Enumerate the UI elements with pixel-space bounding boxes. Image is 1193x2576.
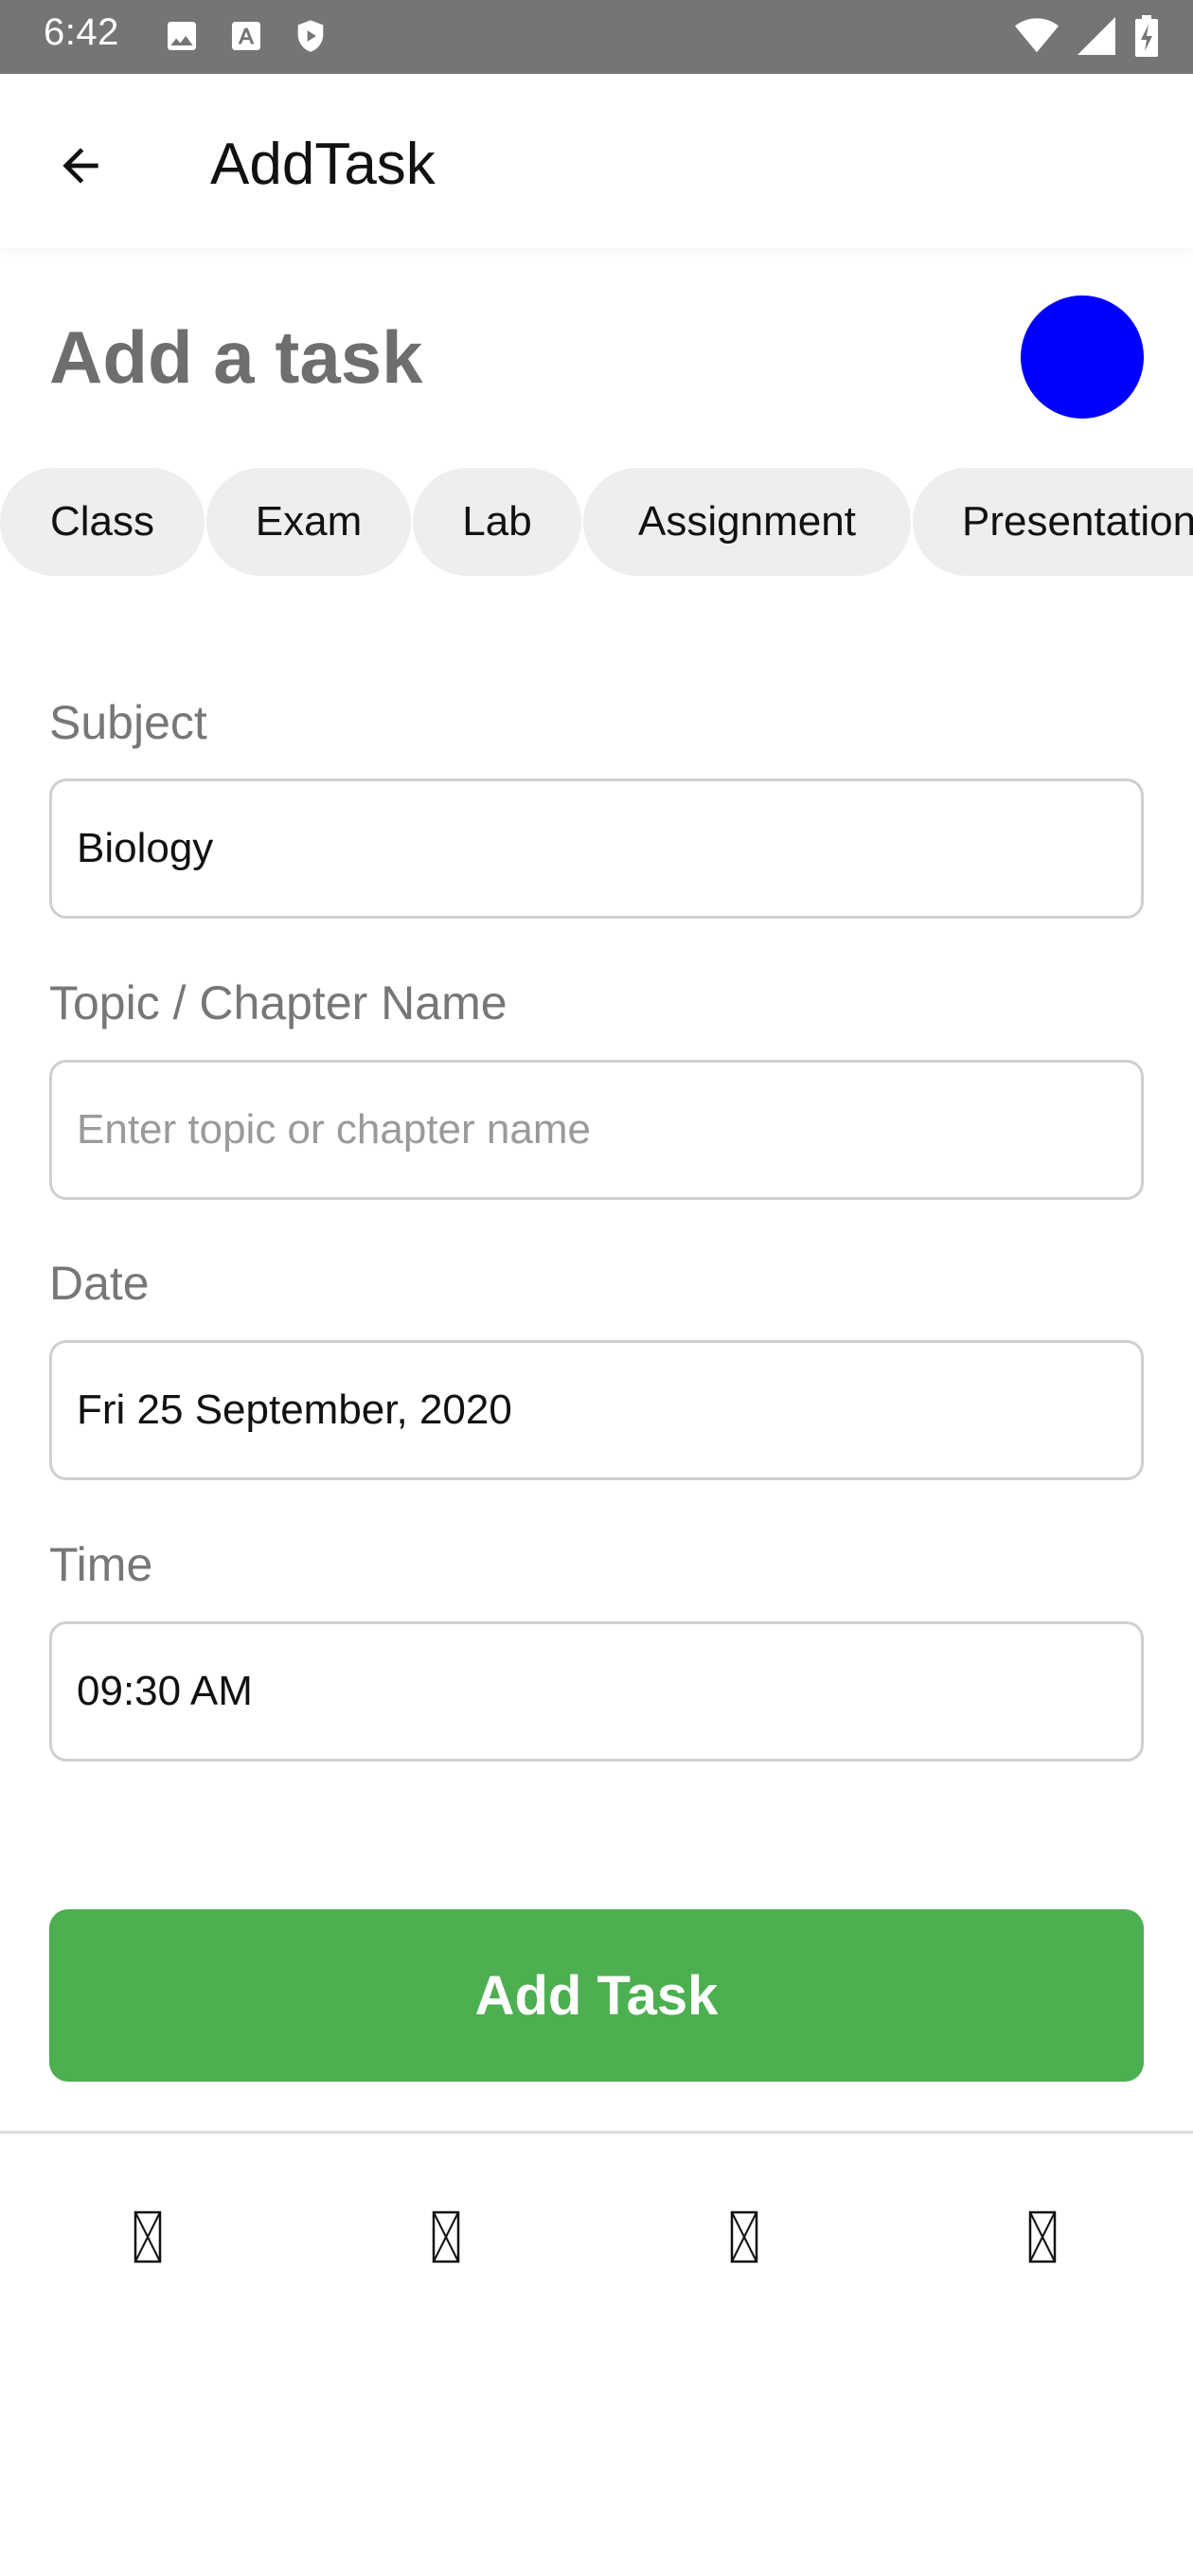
add-task-button[interactable]: Add Task	[49, 1909, 1144, 2082]
bottom-nav-item-2[interactable]	[408, 2199, 484, 2275]
status-time: 6:42	[44, 11, 119, 53]
date-label: Date	[49, 1257, 150, 1310]
app-bar: AddTask	[0, 74, 1193, 248]
back-button[interactable]	[38, 123, 123, 208]
missing-glyph-icon	[1028, 2210, 1057, 2263]
cell-signal-icon	[1077, 17, 1115, 55]
subject-field[interactable]: Biology	[49, 778, 1144, 919]
status-bar: 6:42	[0, 0, 1193, 74]
image-icon	[168, 22, 196, 50]
topic-field[interactable]: Enter topic or chapter name	[49, 1060, 1144, 1200]
battery-charging-icon	[1135, 15, 1158, 57]
missing-glyph-icon	[432, 2210, 460, 2263]
shield-play-icon	[297, 20, 324, 52]
color-picker-button[interactable]	[1021, 295, 1144, 419]
app-title: AddTask	[210, 132, 436, 197]
chip-exam[interactable]: Exam	[206, 468, 411, 576]
wifi-icon	[1015, 18, 1059, 53]
font-icon	[232, 22, 260, 50]
chip-class[interactable]: Class	[0, 468, 205, 576]
bottom-nav-item-1[interactable]	[110, 2199, 186, 2275]
bottom-nav-divider	[0, 2131, 1193, 2134]
topic-label: Topic / Chapter Name	[49, 976, 507, 1029]
status-system-icons	[1015, 15, 1159, 57]
missing-glyph-icon	[730, 2210, 758, 2263]
date-field[interactable]: Fri 25 September, 2020	[49, 1340, 1144, 1480]
missing-glyph-icon	[134, 2210, 162, 2263]
page-title: Add a task	[49, 315, 423, 399]
chip-presentation[interactable]: Presentation	[913, 468, 1193, 576]
time-field[interactable]: 09:30 AM	[49, 1621, 1144, 1762]
arrow-back-icon	[62, 148, 98, 184]
chip-assignment[interactable]: Assignment	[583, 468, 911, 576]
bottom-nav-item-4[interactable]	[1005, 2199, 1080, 2275]
task-type-chips: Class Exam Lab Assignment Presentation	[0, 468, 1193, 576]
chip-lab[interactable]: Lab	[413, 468, 581, 576]
subject-label: Subject	[49, 696, 207, 749]
time-label: Time	[49, 1538, 153, 1591]
status-notification-icons	[163, 17, 329, 55]
bottom-nav-item-3[interactable]	[706, 2199, 782, 2275]
